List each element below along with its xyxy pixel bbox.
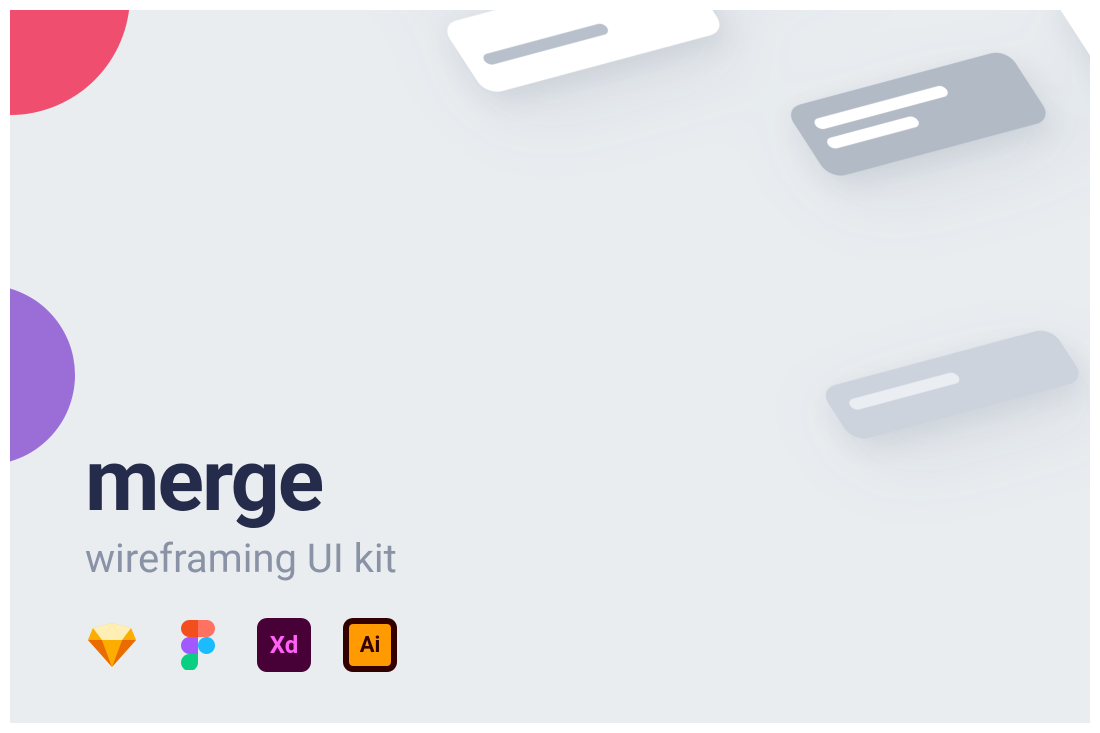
wireframe-modal xyxy=(1051,10,1090,216)
wireframe-scene: + ✓ xyxy=(200,10,1090,723)
wireframe-pill xyxy=(819,327,1085,442)
adobe-xd-icon: Xd xyxy=(257,618,311,672)
accent-circle-purple xyxy=(10,285,75,465)
accent-circle-pink xyxy=(10,10,130,115)
product-subtitle: wireframing UI kit xyxy=(85,535,397,582)
sketch-icon xyxy=(85,618,139,672)
wireframe-chip xyxy=(784,49,1052,179)
tool-icons-row: Xd Ai xyxy=(85,618,397,672)
figma-icon xyxy=(171,618,225,672)
wireframe-input-card xyxy=(441,10,726,95)
product-title: merge xyxy=(85,430,322,531)
adobe-illustrator-icon: Ai xyxy=(343,618,397,672)
